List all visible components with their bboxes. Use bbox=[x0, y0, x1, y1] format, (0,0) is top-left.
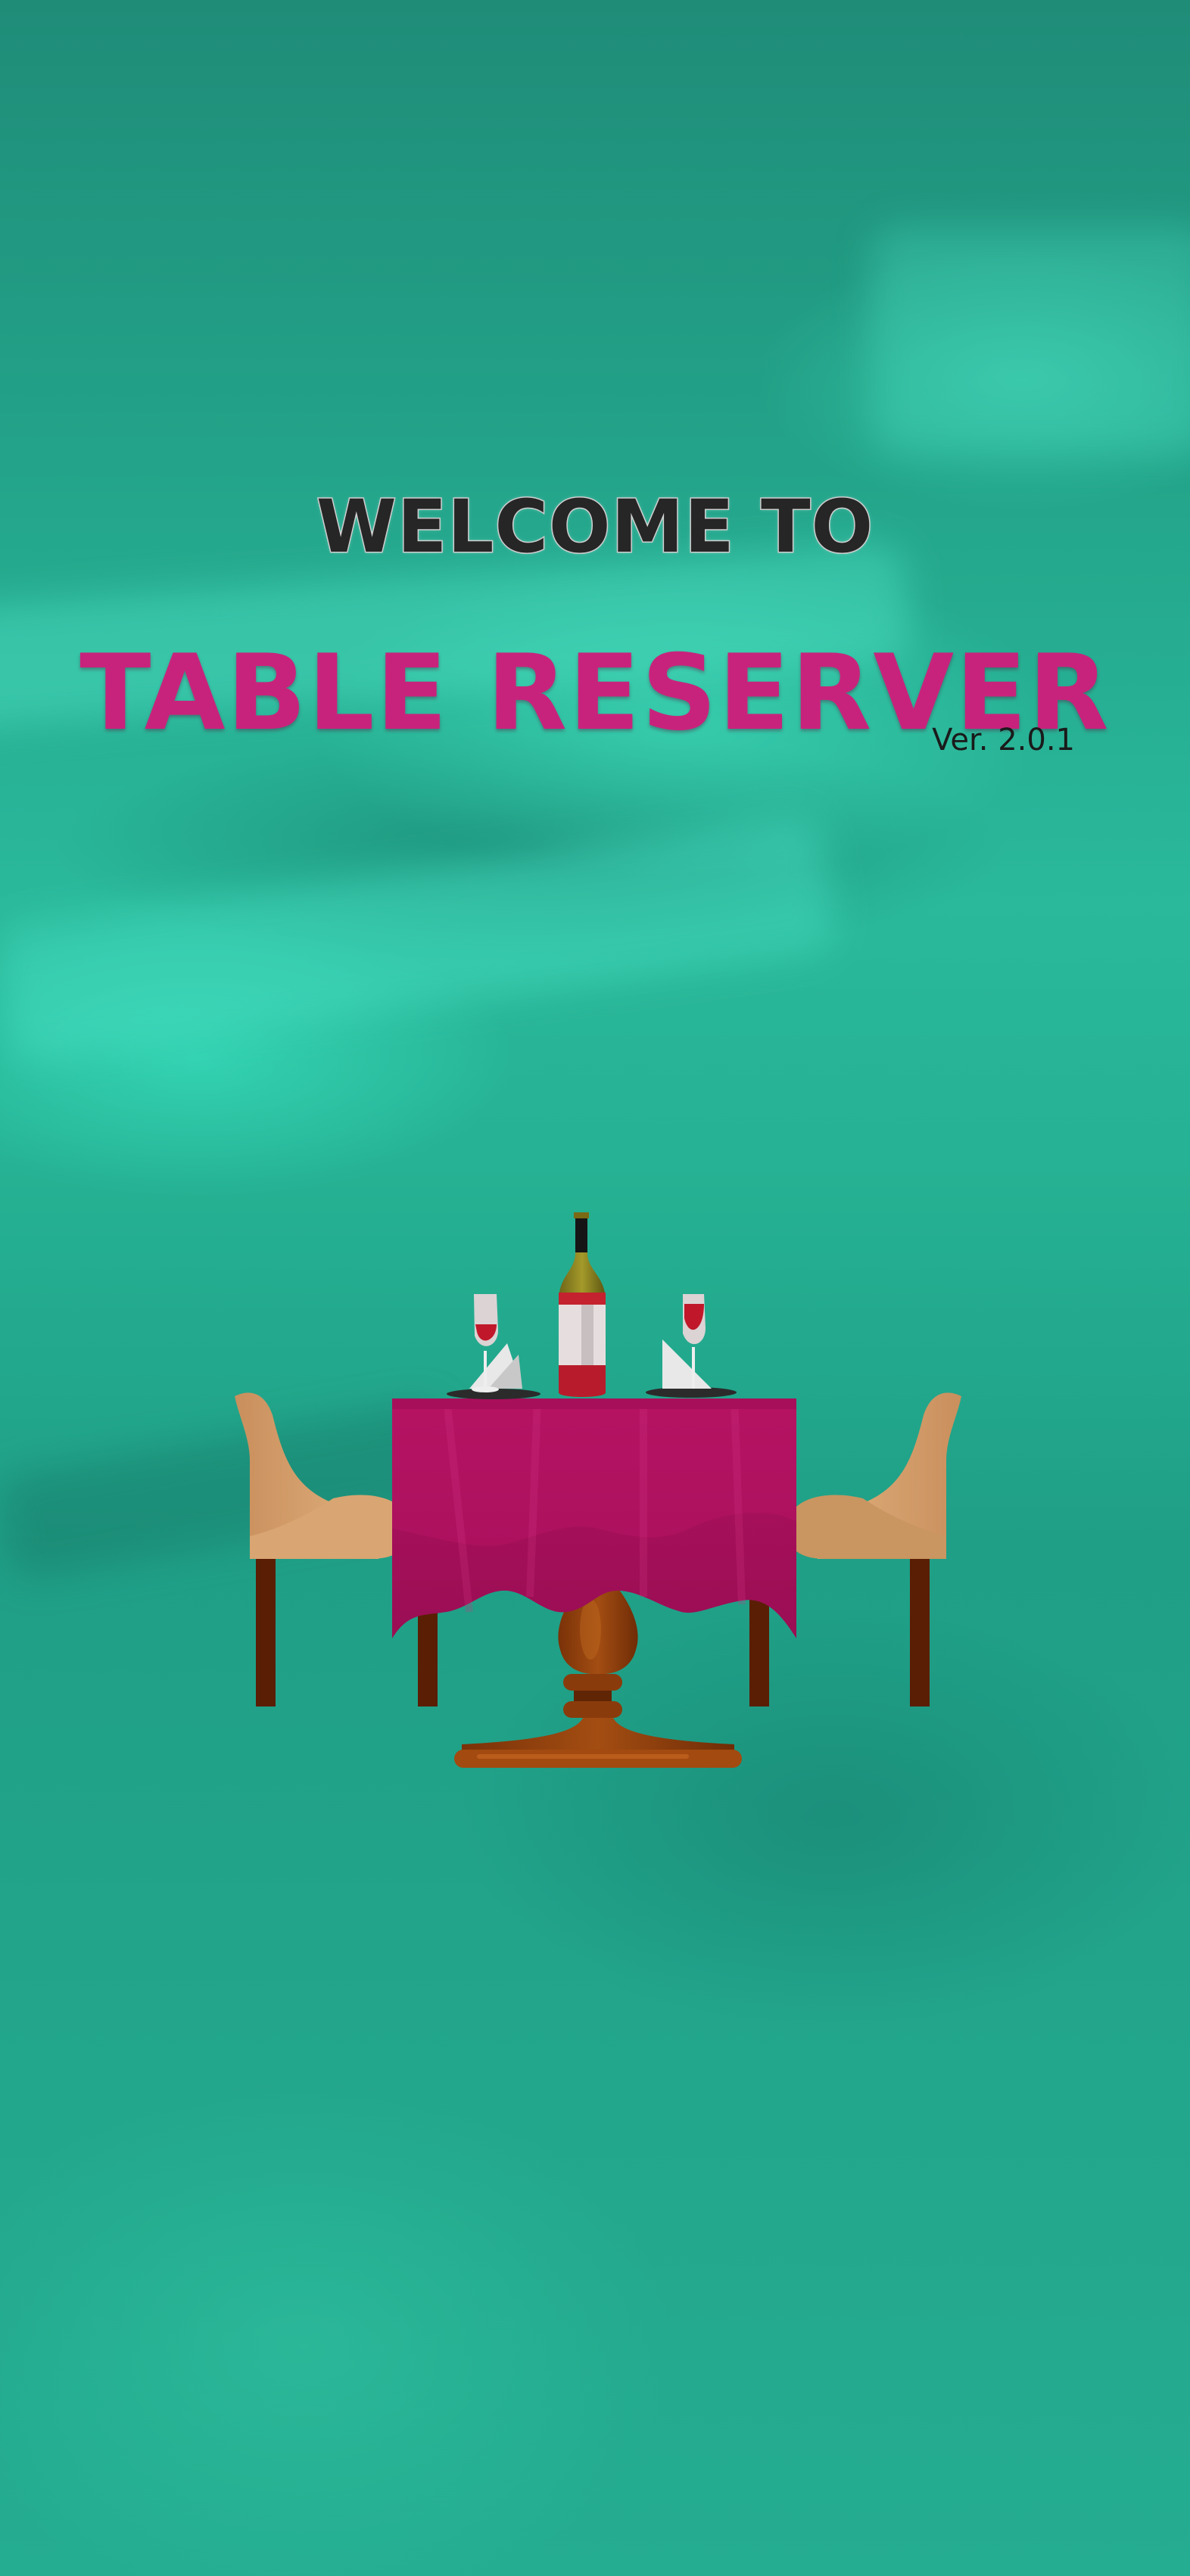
version-label: Ver. 2.0.1 bbox=[932, 723, 1075, 758]
dining-table-illustration bbox=[235, 1212, 961, 1768]
left-place-setting bbox=[447, 1294, 540, 1399]
background-blur-shape bbox=[871, 227, 1190, 454]
welcome-heading: WELCOME TO bbox=[315, 484, 874, 571]
wine-bottle bbox=[559, 1212, 606, 1397]
right-place-setting bbox=[646, 1294, 737, 1398]
